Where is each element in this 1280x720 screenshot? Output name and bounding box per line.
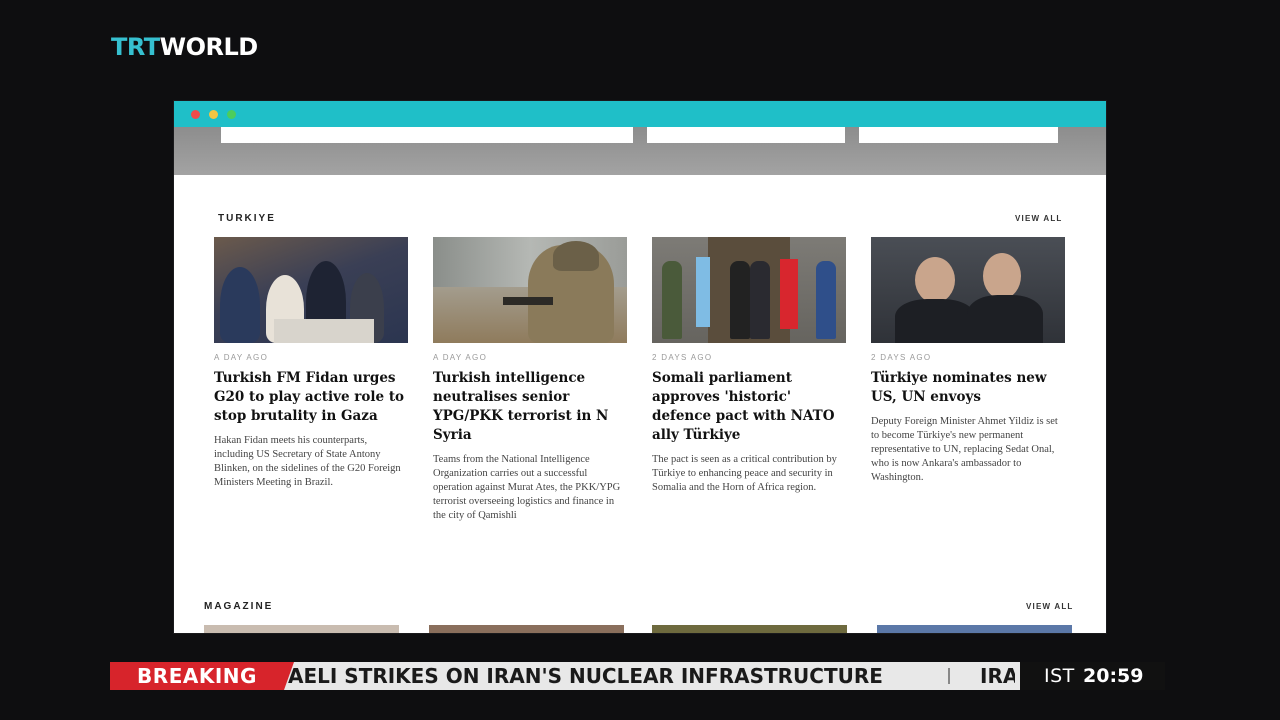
news-ticker: BREAKING AELI STRIKES ON IRAN'S NUCLEAR …: [110, 662, 1165, 690]
news-summary: Teams from the National Intelligence Org…: [433, 454, 621, 521]
magazine-thumbnail[interactable]: [652, 625, 847, 633]
hero-banner: [174, 127, 1106, 175]
news-headline[interactable]: Turkish FM Fidan urges G20 to play activ…: [214, 369, 408, 426]
broadcast-clock: IST 20:59: [1020, 662, 1165, 690]
clock-zone: IST: [1044, 665, 1075, 687]
ticker-separator: [948, 668, 950, 684]
news-thumbnail[interactable]: [433, 237, 627, 343]
news-summary: The pact is seen as a critical contribut…: [652, 454, 837, 493]
maximize-dot-icon[interactable]: [227, 110, 236, 119]
browser-titlebar: [174, 101, 1106, 127]
logo-world: WORLD: [159, 33, 259, 61]
news-card[interactable]: 2 DAYS AGO Türkiye nominates new US, UN …: [871, 237, 1065, 485]
news-thumbnail[interactable]: [214, 237, 408, 343]
breaking-label: BREAKING: [110, 662, 284, 690]
trt-world-logo: TRTWORLD: [111, 33, 258, 61]
hero-card-2[interactable]: [647, 127, 845, 143]
ticker-headline: AELI STRIKES ON IRAN'S NUCLEAR INFRASTRU…: [288, 664, 883, 688]
news-thumbnail[interactable]: [871, 237, 1065, 343]
news-age: 2 DAYS AGO: [871, 353, 932, 362]
news-summary: Deputy Foreign Minister Ahmet Yildiz is …: [871, 416, 1058, 483]
magazine-thumbnail[interactable]: [877, 625, 1072, 633]
ticker-next-headline: IRA: [980, 664, 1015, 688]
news-headline[interactable]: Türkiye nominates new US, UN envoys: [871, 369, 1065, 407]
section-title-magazine: MAGAZINE: [204, 601, 274, 612]
close-dot-icon[interactable]: [191, 110, 200, 119]
minimize-dot-icon[interactable]: [209, 110, 218, 119]
magazine-thumbnail[interactable]: [429, 625, 624, 633]
magazine-thumbnail[interactable]: [204, 625, 399, 633]
hero-card-1[interactable]: [221, 127, 633, 143]
news-headline[interactable]: Somali parliament approves 'historic' de…: [652, 369, 846, 445]
news-age: 2 DAYS AGO: [652, 353, 713, 362]
news-thumbnail[interactable]: [652, 237, 846, 343]
news-card[interactable]: A DAY AGO Turkish intelligence neutralis…: [433, 237, 627, 523]
news-card[interactable]: A DAY AGO Turkish FM Fidan urges G20 to …: [214, 237, 408, 490]
news-headline[interactable]: Turkish intelligence neutralises senior …: [433, 369, 627, 445]
hero-card-3[interactable]: [859, 127, 1058, 143]
news-summary: Hakan Fidan meets his counterparts, incl…: [214, 435, 401, 488]
browser-window: TURKIYE VIEW ALL A DAY AGO Turkish FM Fi…: [174, 101, 1106, 633]
view-all-magazine-link[interactable]: VIEW ALL: [1026, 602, 1074, 611]
section-title-turkiye: TURKIYE: [218, 213, 276, 224]
view-all-turkiye-link[interactable]: VIEW ALL: [1015, 214, 1063, 223]
clock-time: 20:59: [1083, 665, 1144, 687]
news-age: A DAY AGO: [433, 353, 488, 362]
news-card[interactable]: 2 DAYS AGO Somali parliament approves 'h…: [652, 237, 846, 495]
news-age: A DAY AGO: [214, 353, 269, 362]
logo-trt: TRT: [111, 33, 160, 61]
